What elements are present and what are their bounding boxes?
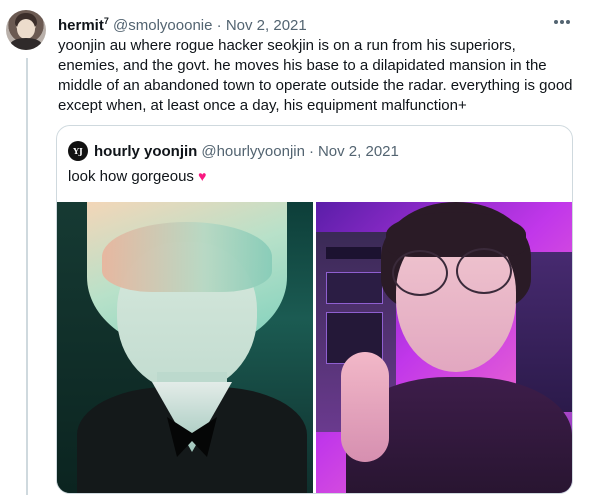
tweet-header: hermit7 @smolyooonie · Nov 2, 2021 <box>58 11 307 36</box>
quote-date[interactable]: Nov 2, 2021 <box>318 143 399 160</box>
ellipsis-icon[interactable] <box>553 12 571 30</box>
author-name[interactable]: hermit7 <box>58 16 109 34</box>
thread-line <box>26 58 28 495</box>
quote-author-handle[interactable]: @hourlyyoonjin <box>201 143 305 160</box>
quote-text: look how gorgeous ♥ <box>68 166 206 187</box>
quote-header: YJ hourly yoonjin @hourlyyoonjin · Nov 2… <box>68 141 399 161</box>
heart-emoji-icon: ♥ <box>198 168 207 184</box>
photo-left[interactable] <box>57 202 313 493</box>
separator: · <box>308 142 314 160</box>
author-avatar[interactable] <box>6 10 46 50</box>
separator: · <box>216 17 222 34</box>
quote-tweet-card[interactable]: YJ hourly yoonjin @hourlyyoonjin · Nov 2… <box>56 125 573 494</box>
photo-right[interactable] <box>316 202 572 493</box>
tweet-text: yoonjin au where rogue hacker seokjin is… <box>58 37 573 114</box>
quote-avatar[interactable]: YJ <box>68 141 88 161</box>
quote-text-content: look how gorgeous <box>68 168 194 185</box>
tweet-date[interactable]: Nov 2, 2021 <box>226 17 307 34</box>
author-handle[interactable]: @smolyooonie <box>113 17 212 34</box>
quote-author-name[interactable]: hourly yoonjin <box>94 143 197 160</box>
